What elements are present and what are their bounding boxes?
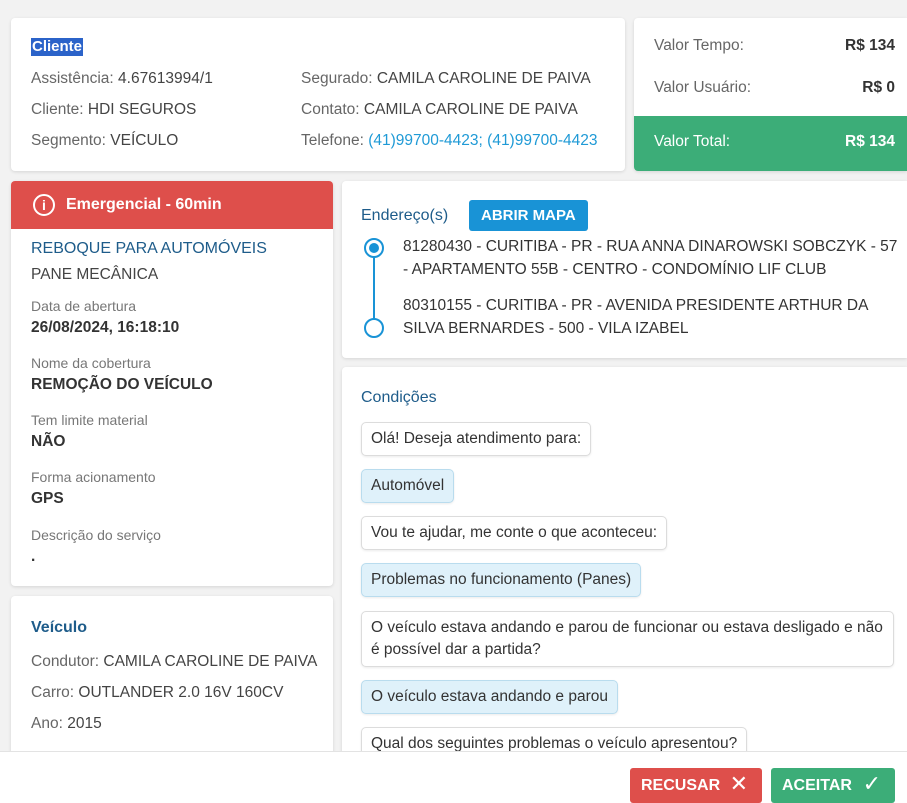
recusar-button[interactable]: RECUSAR ✕ [630,768,762,803]
veiculo-title: Veículo [31,619,88,636]
segurado-value: CAMILA CAROLINE DE PAIVA [376,70,591,87]
segurado-field: Segurado: CAMILA CAROLINE DE PAIVA [301,70,591,87]
valor-usuario-row: Valor Usuário: R$ 0 [654,79,895,96]
cliente-card: Cliente Assistência: 4.67613994/1 Client… [11,18,625,171]
timeline-line [373,256,375,321]
service-title: REBOQUE PARA AUTOMÓVEIS [31,240,267,257]
address-destination: 80310155 - CURITIBA - PR - AVENIDA PRESI… [403,297,868,337]
check-icon: ✓ [862,771,881,796]
data-abertura-value: 26/08/2024, 16:18:10 [31,319,180,336]
aceitar-button[interactable]: ACEITAR ✓ [771,768,895,803]
contato-field: Contato: CAMILA CAROLINE DE PAIVA [301,101,578,118]
carro-field: Carro: OUTLANDER 2.0 16V 160CV [31,684,284,701]
abrir-mapa-button[interactable]: ABRIR MAPA [469,200,588,231]
telefone-link[interactable]: (41)99700-4423; (41)99700-4423 [368,132,597,149]
condutor-field: Condutor: CAMILA CAROLINE DE PAIVA [31,653,318,670]
telefone-field: Telefone: (41)99700-4423; (41)99700-4423 [301,132,598,149]
endereco-title: Endereço(s) [361,207,449,224]
ano-field: Ano: 2015 [31,715,102,732]
close-icon: ✕ [729,771,748,796]
cliente-title: Cliente [31,38,84,56]
forma-acionamento-label: Forma acionamento [31,469,156,485]
chat-question: O veículo estava andando e parou de func… [361,611,894,667]
valor-usuario-amount: R$ 0 [862,79,895,96]
assistencia-value: 4.67613994/1 [118,70,213,87]
cobertura-label: Nome da cobertura [31,355,151,371]
limite-material-value: NÃO [31,433,66,450]
destination-marker-icon [364,318,384,338]
segmento-value: VEÍCULO [110,132,179,149]
assistencia-field: Assistência: 4.67613994/1 [31,70,213,87]
ano-value: 2015 [67,715,102,732]
valor-total-bar: Valor Total: R$ 134 [634,116,907,171]
limite-material-label: Tem limite material [31,412,148,428]
address-origin: 81280430 - CURITIBA - PR - RUA ANNA DINA… [403,238,898,278]
recusar-label: RECUSAR [641,776,721,794]
descricao-servico-label: Descrição do serviço [31,527,161,543]
cobertura-value: REMOÇÃO DO VEÍCULO [31,376,213,393]
aceitar-label: ACEITAR [782,776,852,794]
condicoes-title: Condições [361,389,437,406]
servico-card: i Emergencial - 60min REBOQUE PARA AUTOM… [11,181,333,586]
carro-value: OUTLANDER 2.0 16V 160CV [78,684,284,701]
origin-marker-icon [364,238,384,258]
valor-total-amount: R$ 134 [845,133,895,150]
endereco-card: Endereço(s) ABRIR MAPA 81280430 - CURITI… [342,181,907,358]
info-icon: i [33,194,55,216]
cliente-field: Cliente: HDI SEGUROS [31,101,197,118]
data-abertura-label: Data de abertura [31,298,137,314]
priority-banner: i Emergencial - 60min [11,181,333,229]
valor-tempo-amount: R$ 134 [845,37,895,54]
chat-answer: O veículo estava andando e parou [361,680,618,714]
chat-question: Vou te ajudar, me conte o que aconteceu: [361,516,668,550]
descricao-servico-value: . [31,548,36,565]
valores-card: Valor Tempo: R$ 134 Valor Usuário: R$ 0 … [634,18,907,171]
chat-answer: Problemas no funcionamento (Panes) [361,563,642,597]
priority-label: Emergencial - 60min [66,196,222,213]
contato-value: CAMILA CAROLINE DE PAIVA [363,101,578,118]
segmento-field: Segmento: VEÍCULO [31,132,179,149]
valor-tempo-row: Valor Tempo: R$ 134 [654,37,895,54]
action-footer: RECUSAR ✕ ACEITAR ✓ [0,751,907,803]
chat-answer: Automóvel [361,469,455,503]
cliente-value: HDI SEGUROS [87,101,197,118]
condutor-value: CAMILA CAROLINE DE PAIVA [103,653,318,670]
forma-acionamento-value: GPS [31,490,64,507]
chat-question: Olá! Deseja atendimento para: [361,422,592,456]
service-subtitle: PANE MECÂNICA [31,266,159,283]
condicoes-card: Condições Olá! Deseja atendimento para: … [342,367,907,803]
